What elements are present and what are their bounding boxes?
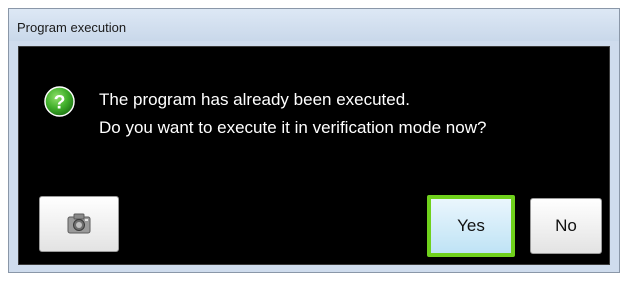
yes-button[interactable]: Yes xyxy=(427,195,515,257)
message-line-1: The program has already been executed. xyxy=(99,90,410,109)
svg-text:?: ? xyxy=(54,91,66,113)
program-execution-dialog: Program execution ? The program has alre… xyxy=(8,8,620,273)
message-line-2: Do you want to execute it in verificatio… xyxy=(99,118,487,137)
title-bar[interactable]: Program execution xyxy=(9,9,619,41)
camera-button[interactable] xyxy=(39,196,119,252)
no-button[interactable]: No xyxy=(530,198,602,254)
window-title: Program execution xyxy=(17,20,127,35)
camera-icon xyxy=(67,213,91,234)
dialog-content: ? The program has already been executed.… xyxy=(18,46,610,265)
dialog-message: The program has already been executed. D… xyxy=(99,86,486,142)
question-icon: ? xyxy=(44,86,75,117)
